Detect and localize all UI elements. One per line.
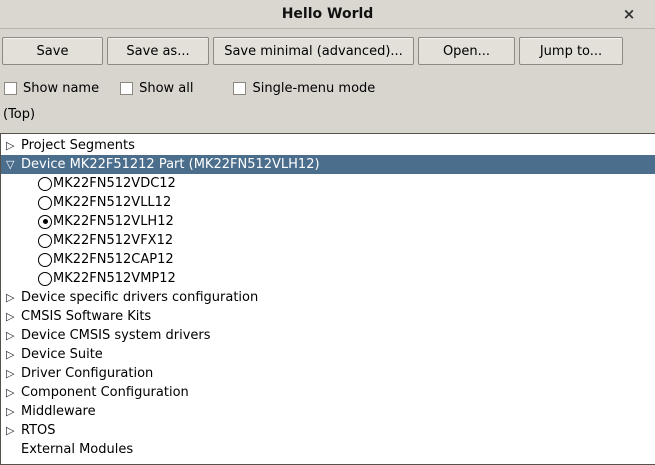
expander-collapsed-icon[interactable]: ▷ xyxy=(6,364,19,383)
show-all-option[interactable]: Show all xyxy=(120,81,193,96)
expander-collapsed-icon[interactable]: ▷ xyxy=(6,326,19,345)
expander-collapsed-icon[interactable]: ▷ xyxy=(6,288,19,307)
radio-button-unchecked[interactable] xyxy=(38,253,52,267)
show-name-option[interactable]: Show name xyxy=(4,81,99,96)
tree-item-label: Device Suite xyxy=(21,347,103,362)
tree-item-label: External Modules xyxy=(21,442,133,457)
save-as-button[interactable]: Save as... xyxy=(107,37,209,65)
app-window: Hello World × Save Save as... Save minim… xyxy=(0,0,655,465)
tree-item-external-modules[interactable]: External Modules xyxy=(1,440,655,459)
radio-button-checked[interactable] xyxy=(38,215,52,229)
expander-expanded-icon[interactable]: ▽ xyxy=(6,155,19,174)
tree-item-project-segments[interactable]: ▷ Project Segments xyxy=(1,136,655,155)
tree-item-label: Driver Configuration xyxy=(21,366,153,381)
tree-item-label: Project Segments xyxy=(21,138,135,153)
radio-button-unchecked[interactable] xyxy=(38,196,52,210)
expander-collapsed-icon[interactable]: ▷ xyxy=(6,383,19,402)
radio-button-unchecked[interactable] xyxy=(38,272,52,286)
radio-item-mk22fn512vlh12[interactable]: MK22FN512VLH12 xyxy=(1,212,655,231)
radio-item-mk22fn512vmp12[interactable]: MK22FN512VMP12 xyxy=(1,269,655,288)
radio-item-mk22fn512vll12[interactable]: MK22FN512VLL12 xyxy=(1,193,655,212)
radio-item-mk22fn512vfx12[interactable]: MK22FN512VFX12 xyxy=(1,231,655,250)
jump-to-button[interactable]: Jump to... xyxy=(519,37,623,65)
show-all-label: Show all xyxy=(139,81,193,96)
single-menu-mode-label: Single-menu mode xyxy=(252,81,375,96)
single-menu-mode-option[interactable]: Single-menu mode xyxy=(233,81,375,96)
radio-item-mk22fn512cap12[interactable]: MK22FN512CAP12 xyxy=(1,250,655,269)
tree-item-component-configuration[interactable]: ▷ Component Configuration xyxy=(1,383,655,402)
radio-item-mk22fn512vdc12[interactable]: MK22FN512VDC12 xyxy=(1,174,655,193)
expander-collapsed-icon[interactable]: ▷ xyxy=(6,307,19,326)
tree-item-driver-configuration[interactable]: ▷ Driver Configuration xyxy=(1,364,655,383)
tree-item-cmsis-software-kits[interactable]: ▷ CMSIS Software Kits xyxy=(1,307,655,326)
tree-item-device-cmsis-system-drivers[interactable]: ▷ Device CMSIS system drivers xyxy=(1,326,655,345)
tree-item-label: Middleware xyxy=(21,404,96,419)
tree-item-label: CMSIS Software Kits xyxy=(21,309,151,324)
show-name-label: Show name xyxy=(23,81,99,96)
toolbar: Save Save as... Save minimal (advanced).… xyxy=(2,37,655,65)
expander-collapsed-icon[interactable]: ▷ xyxy=(6,402,19,421)
tree-item-label: Device MK22F51212 Part (MK22FN512VLH12) xyxy=(21,157,320,172)
radio-item-label: MK22FN512VLL12 xyxy=(53,195,171,210)
tree-item-device-part[interactable]: ▽ Device MK22F51212 Part (MK22FN512VLH12… xyxy=(1,155,655,174)
radio-item-label: MK22FN512VDC12 xyxy=(53,176,176,191)
tree-item-label: Device specific drivers configuration xyxy=(21,290,258,305)
tree-item-device-specific-drivers[interactable]: ▷ Device specific drivers configuration xyxy=(1,288,655,307)
title-bar: Hello World × xyxy=(0,0,655,29)
top-label: (Top) xyxy=(3,107,655,124)
radio-button-unchecked[interactable] xyxy=(38,177,52,191)
options-row: Show name Show all Single-menu mode xyxy=(4,80,655,96)
radio-button-unchecked[interactable] xyxy=(38,234,52,248)
show-all-checkbox[interactable] xyxy=(120,82,133,95)
show-name-checkbox[interactable] xyxy=(4,82,17,95)
tree-item-device-suite[interactable]: ▷ Device Suite xyxy=(1,345,655,364)
single-menu-mode-checkbox[interactable] xyxy=(233,82,246,95)
tree-item-middleware[interactable]: ▷ Middleware xyxy=(1,402,655,421)
save-button[interactable]: Save xyxy=(2,37,103,65)
expander-collapsed-icon[interactable]: ▷ xyxy=(6,421,19,440)
open-button[interactable]: Open... xyxy=(418,37,515,65)
radio-item-label: MK22FN512CAP12 xyxy=(53,252,174,267)
tree-item-label: RTOS xyxy=(21,423,56,438)
save-minimal-button[interactable]: Save minimal (advanced)... xyxy=(213,37,414,65)
radio-item-label: MK22FN512VMP12 xyxy=(53,271,176,286)
tree-item-rtos[interactable]: ▷ RTOS xyxy=(1,421,655,440)
tree-item-label: Component Configuration xyxy=(21,385,189,400)
radio-item-label: MK22FN512VLH12 xyxy=(53,214,174,229)
radio-item-label: MK22FN512VFX12 xyxy=(53,233,173,248)
expander-collapsed-icon[interactable]: ▷ xyxy=(6,136,19,155)
config-tree: ▷ Project Segments ▽ Device MK22F51212 P… xyxy=(0,133,655,465)
close-icon[interactable]: × xyxy=(619,4,639,24)
tree-item-label: Device CMSIS system drivers xyxy=(21,328,211,343)
window-title: Hello World xyxy=(282,6,374,22)
expander-collapsed-icon[interactable]: ▷ xyxy=(6,345,19,364)
